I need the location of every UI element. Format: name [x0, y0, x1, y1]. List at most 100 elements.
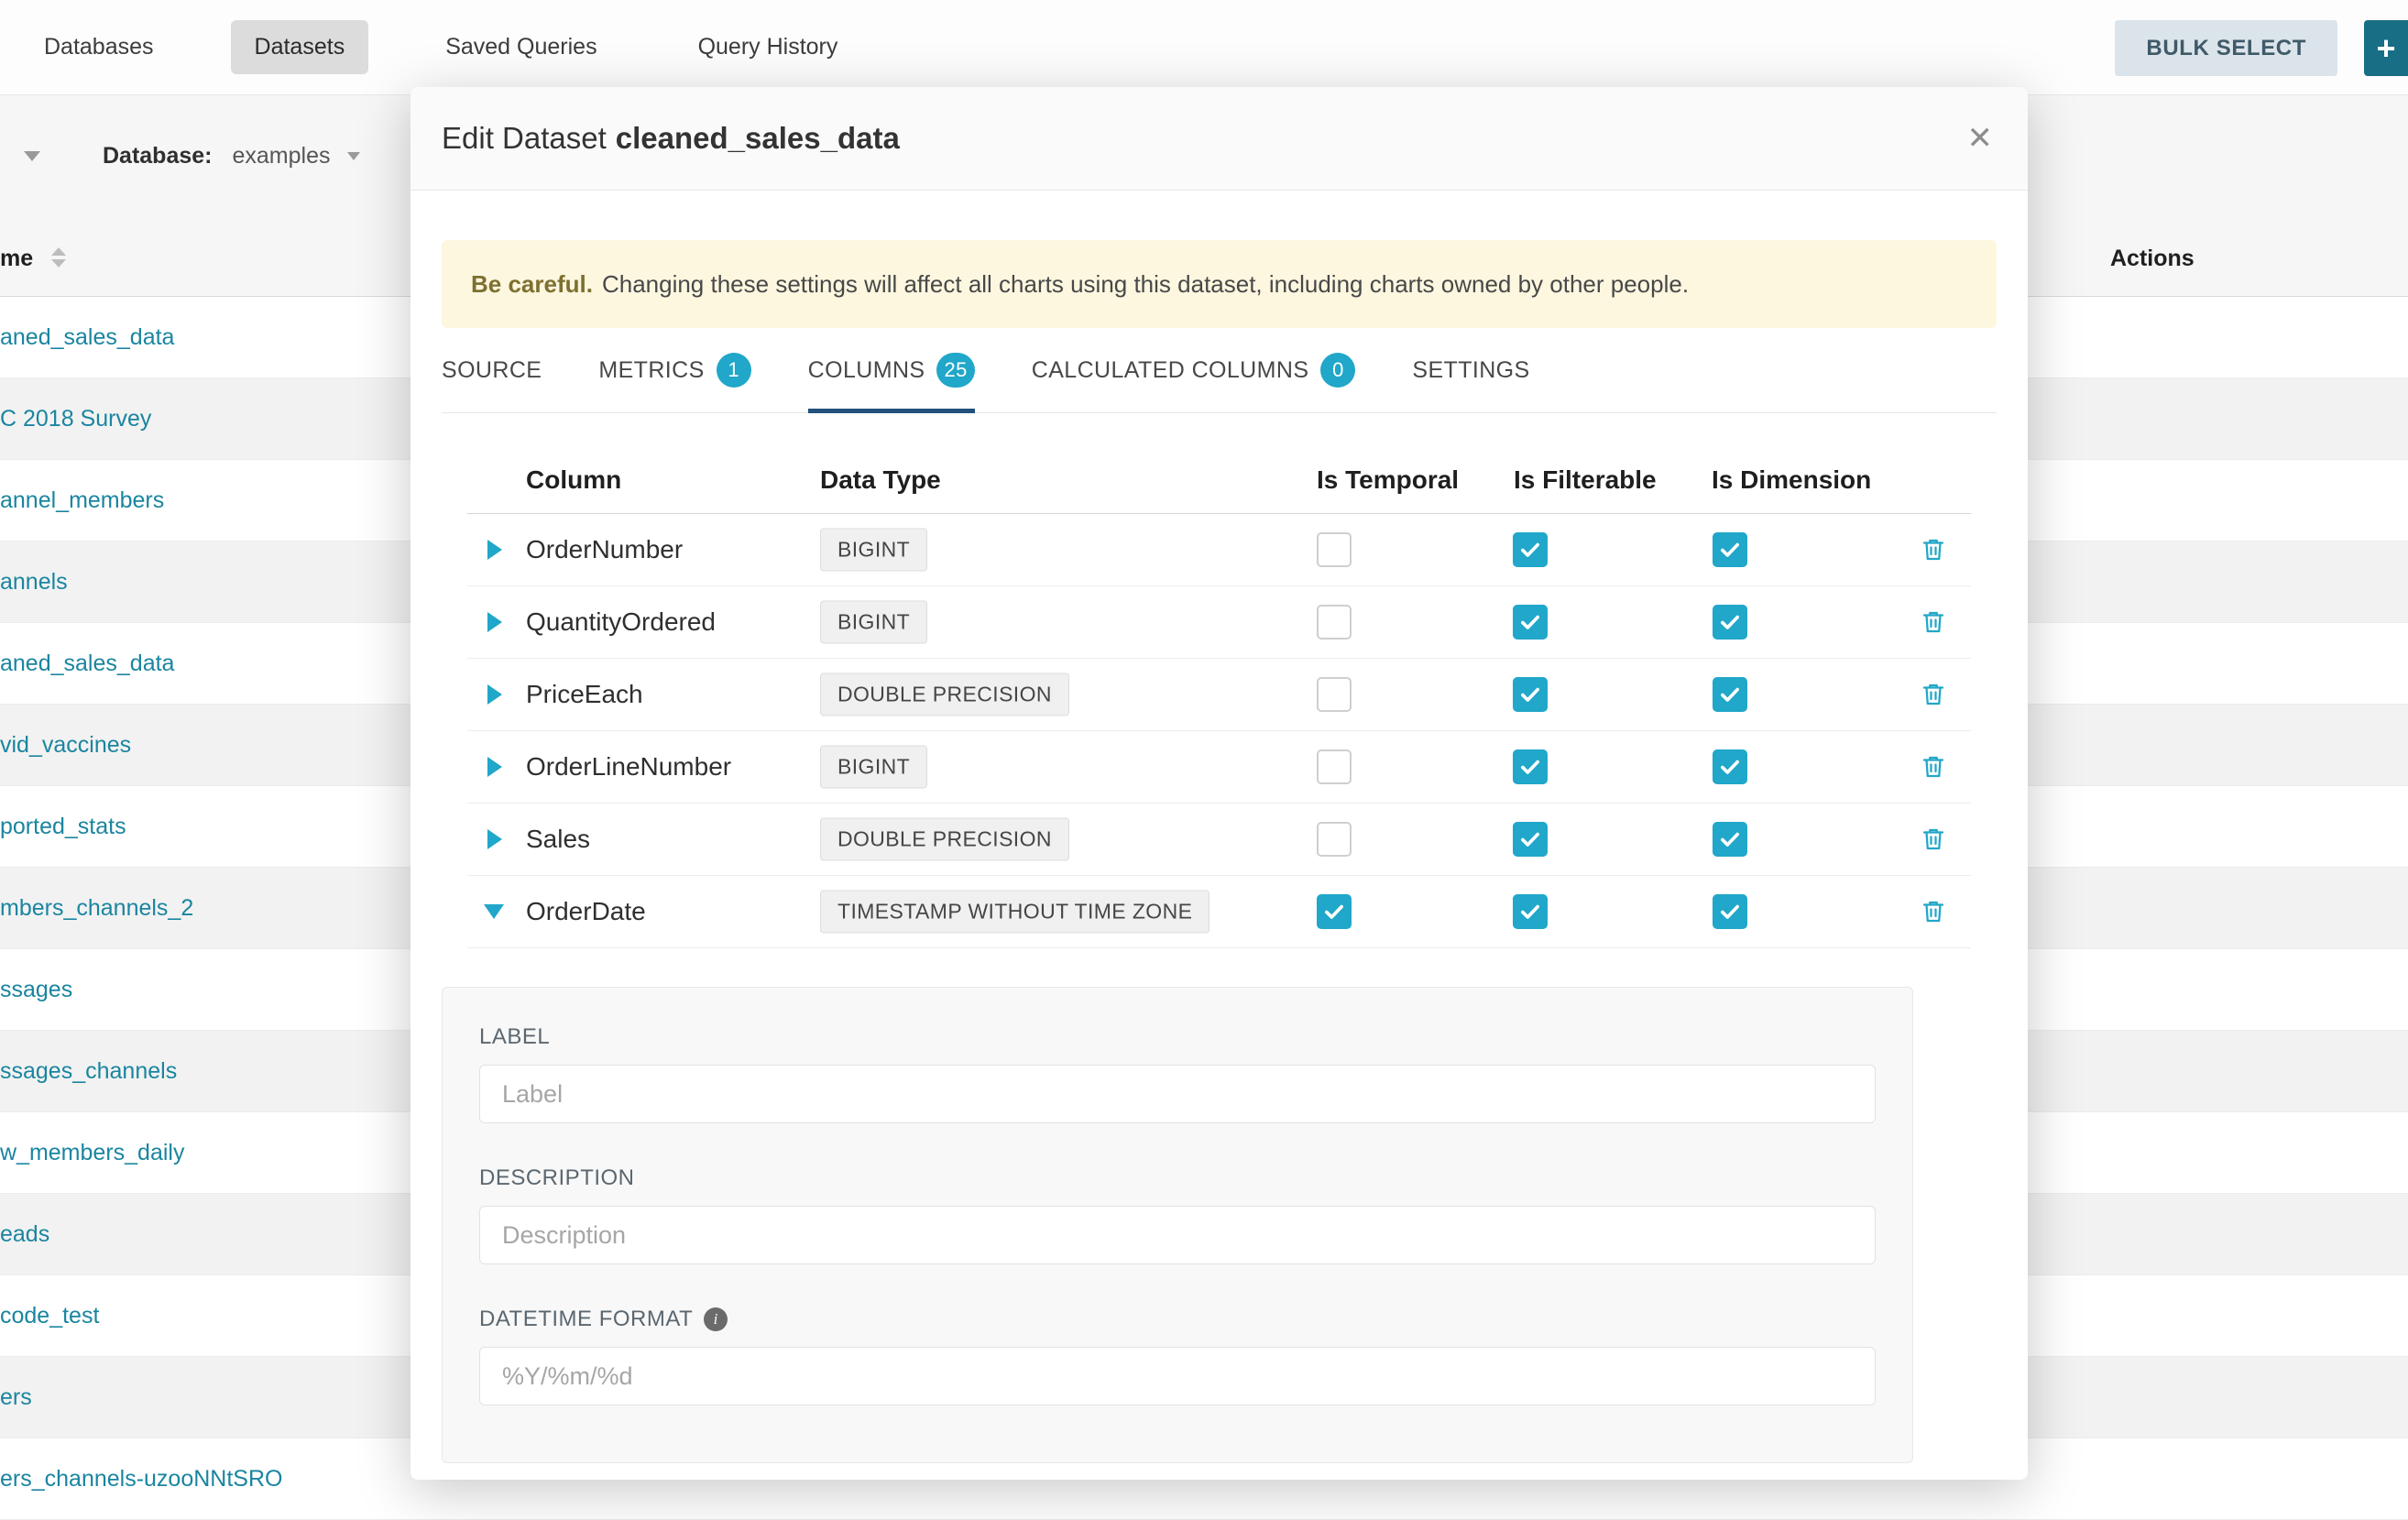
is-dimension-checkbox[interactable] [1713, 677, 1747, 712]
column-row: OrderNumber BIGINT [467, 514, 1971, 586]
data-type-pill: BIGINT [820, 601, 927, 644]
tab-settings[interactable]: SETTINGS [1412, 328, 1529, 412]
data-type-pill: TIMESTAMP WITHOUT TIME ZONE [820, 891, 1209, 934]
dataset-link[interactable]: w_members_daily [0, 1140, 184, 1166]
expand-caret-icon[interactable] [487, 612, 502, 632]
dataset-link[interactable]: ssages_channels [0, 1058, 177, 1085]
add-dataset-button[interactable]: + [2364, 20, 2408, 76]
is-filterable-checkbox[interactable] [1513, 822, 1548, 857]
header-is-temporal: Is Temporal [1317, 465, 1459, 495]
is-temporal-checkbox[interactable] [1317, 605, 1352, 640]
label-input[interactable] [479, 1065, 1876, 1123]
topnav-item-saved-queries[interactable]: Saved Queries [421, 20, 620, 74]
is-temporal-checkbox[interactable] [1317, 822, 1352, 857]
dataset-link[interactable]: ported_stats [0, 814, 126, 840]
edit-dataset-modal: Edit Datasetcleaned_sales_data ✕ Be care… [410, 87, 2028, 1480]
top-navigation: Databases Datasets Saved Queries Query Hist… [0, 0, 2408, 95]
tab-label: COLUMNS [808, 357, 925, 384]
dataset-link[interactable]: aned_sales_data [0, 651, 174, 677]
is-filterable-checkbox[interactable] [1513, 749, 1548, 784]
delete-column-icon[interactable] [1920, 898, 1947, 925]
expand-caret-icon[interactable] [487, 829, 502, 849]
tab-calculated-columns[interactable]: CALCULATED COLUMNS0 [1032, 328, 1356, 412]
delete-column-icon[interactable] [1920, 681, 1947, 708]
tab-label: METRICS [598, 357, 704, 384]
is-dimension-checkbox[interactable] [1713, 749, 1747, 784]
name-column-header: me [0, 246, 33, 272]
dataset-link[interactable]: aned_sales_data [0, 324, 174, 351]
is-dimension-checkbox[interactable] [1713, 532, 1747, 567]
expand-caret-icon[interactable] [487, 684, 502, 705]
datetime-format-field-group: DATETIME FORMAT i [479, 1307, 1876, 1405]
label-field-label-text: LABEL [479, 1024, 550, 1050]
is-filterable-checkbox[interactable] [1513, 894, 1548, 929]
is-filterable-checkbox[interactable] [1513, 605, 1548, 640]
is-dimension-checkbox[interactable] [1713, 605, 1747, 640]
datetime-format-label-text: DATETIME FORMAT [479, 1307, 693, 1332]
is-temporal-checkbox[interactable] [1317, 749, 1352, 784]
tab-metrics[interactable]: METRICS 1 [598, 328, 750, 412]
tab-source[interactable]: SOURCE [442, 328, 542, 412]
collapse-caret-icon[interactable] [484, 904, 504, 919]
modal-header: Edit Dataset cleaned_sales_data ✕ [410, 87, 2028, 191]
is-dimension-checkbox[interactable] [1713, 822, 1747, 857]
is-filterable-checkbox[interactable] [1513, 532, 1548, 567]
is-temporal-checkbox[interactable] [1317, 677, 1352, 712]
is-dimension-checkbox[interactable] [1713, 894, 1747, 929]
column-row: SalesDOUBLE PRECISION [467, 804, 1971, 876]
filter-caret-icon[interactable] [24, 151, 40, 161]
dataset-link[interactable]: annel_members [0, 487, 164, 514]
modal-title-dataset-name: cleaned_sales_data [616, 121, 900, 155]
topnav-item-query-history[interactable]: Query History [674, 20, 862, 74]
modal-title: Edit Dataset cleaned_sales_data [442, 121, 900, 156]
info-icon[interactable]: i [704, 1307, 728, 1331]
header-is-filterable: Is Filterable [1514, 465, 1657, 495]
is-filterable-checkbox[interactable] [1513, 677, 1548, 712]
modal-tabs: SOURCE METRICS 1 COLUMNS 25 CALCULATED COLUMN… [442, 328, 1997, 413]
topnav-item-databases[interactable]: Databases [20, 20, 178, 74]
dataset-link[interactable]: ssages [0, 977, 72, 1003]
label-field-group: LABEL [479, 1024, 1876, 1123]
tab-count-badge: 1 [717, 353, 751, 388]
tab-label: SOURCE [442, 357, 542, 384]
column-name: OrderNumber [526, 535, 683, 564]
modal-title-prefix: Edit Dataset [442, 121, 607, 155]
expand-caret-icon[interactable] [487, 757, 502, 777]
dataset-link[interactable]: annels [0, 569, 68, 596]
dataset-link[interactable]: ers_channels-uzooNNtSRO [0, 1466, 282, 1493]
dataset-link[interactable]: eads [0, 1221, 49, 1248]
tab-label: SETTINGS [1412, 357, 1529, 384]
sort-icon[interactable] [51, 247, 66, 268]
data-type-pill: BIGINT [820, 746, 927, 789]
bulk-select-button[interactable]: BULK SELECT [2115, 20, 2337, 76]
delete-column-icon[interactable] [1920, 536, 1947, 563]
dataset-link[interactable]: mbers_channels_2 [0, 895, 193, 922]
expand-caret-icon[interactable] [487, 540, 502, 560]
tab-count-badge: 25 [936, 353, 974, 388]
columns-table: Column Data Type Is Temporal Is Filterab… [467, 413, 1971, 948]
header-column: Column [526, 465, 621, 495]
dataset-link[interactable]: code_test [0, 1303, 99, 1329]
tab-columns[interactable]: COLUMNS 25 [808, 328, 975, 412]
topnav-item-datasets[interactable]: Datasets [231, 20, 369, 74]
actions-column-header: Actions [2110, 246, 2195, 272]
delete-column-icon[interactable] [1920, 753, 1947, 781]
data-type-pill: BIGINT [820, 529, 927, 572]
delete-column-icon[interactable] [1920, 826, 1947, 853]
description-input[interactable] [479, 1206, 1876, 1264]
database-dropdown-caret-icon[interactable] [347, 152, 360, 160]
topnav-items: Databases Datasets Saved Queries Query Hist… [20, 20, 914, 74]
is-temporal-checkbox[interactable] [1317, 894, 1352, 929]
datetime-format-input[interactable] [479, 1347, 1876, 1405]
description-field-label: DESCRIPTION [479, 1165, 1876, 1191]
delete-column-icon[interactable] [1920, 608, 1947, 636]
close-icon[interactable]: ✕ [1967, 123, 1994, 154]
database-filter-value[interactable]: examples [233, 143, 331, 169]
is-temporal-checkbox[interactable] [1317, 532, 1352, 567]
dataset-link[interactable]: C 2018 Survey [0, 406, 151, 432]
dataset-link[interactable]: vid_vaccines [0, 732, 131, 759]
warning-text: Changing these settings will affect all … [602, 270, 1689, 299]
dataset-link[interactable]: ers [0, 1384, 32, 1411]
column-name: OrderDate [526, 897, 646, 926]
header-is-dimension: Is Dimension [1712, 465, 1871, 495]
